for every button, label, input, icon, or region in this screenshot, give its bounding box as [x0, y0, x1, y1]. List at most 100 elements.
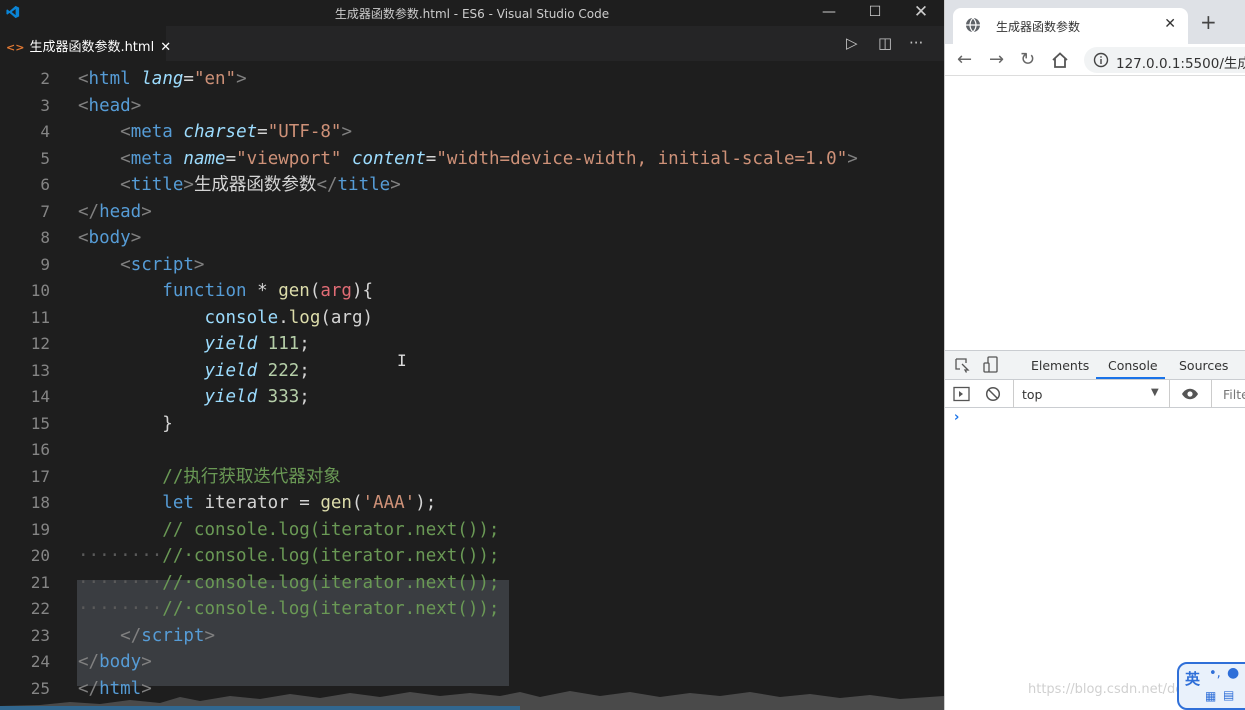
code-line[interactable]: 15 }	[0, 411, 944, 438]
editor-tab[interactable]: <> 生成器函数参数.html ✕	[0, 26, 171, 61]
eye-icon[interactable]	[1181, 387, 1199, 401]
code-token: head	[99, 201, 142, 222]
ime-keyboard-icon[interactable]: ▦	[1205, 689, 1216, 703]
code-line[interactable]: 24 </body>	[0, 649, 944, 676]
code-line[interactable]: 9 <script>	[0, 252, 944, 279]
chevron-down-icon[interactable]: ▼	[1151, 387, 1159, 398]
code-text: <meta charset="UTF-8">	[78, 119, 352, 146]
reload-icon[interactable]: ↻	[1020, 49, 1035, 70]
code-text: </body>	[78, 649, 152, 676]
code-line[interactable]: 2 <html lang="en">	[0, 66, 944, 93]
device-toolbar-icon[interactable]	[983, 356, 999, 374]
ime-settings-icon[interactable]: ▤	[1223, 688, 1234, 702]
code-line[interactable]: 23 </script>	[0, 623, 944, 650]
browser-tab-close-icon[interactable]: ✕	[1164, 16, 1176, 32]
info-icon[interactable]	[1093, 52, 1109, 68]
close-window-button[interactable]: ✕	[898, 0, 944, 26]
url-field[interactable]: 127.0.0.1:5500/生成器	[1084, 47, 1245, 73]
code-token: 生成器函数参数	[193, 175, 317, 195]
code-line[interactable]: 13 yield 222;	[0, 358, 944, 385]
code-text: </script>	[78, 623, 215, 650]
maximize-button[interactable]: ☐	[852, 0, 898, 26]
code-line[interactable]: 6 <title>生成器函数参数</title>	[0, 172, 944, 199]
code-token: </	[78, 652, 100, 672]
code-token: (	[309, 281, 321, 301]
line-number: 20	[30, 546, 50, 565]
code-token: </	[316, 175, 338, 195]
ime-user-icon[interactable]: ●	[1227, 665, 1239, 681]
console-prompt-icon[interactable]: ›	[954, 410, 959, 425]
code-editor[interactable]: 2 <html lang="en"> 3 <head> 4 <meta charset=…	[0, 61, 944, 710]
code-line[interactable]: 12 yield 111;	[0, 331, 944, 358]
code-text: function * gen(arg){	[78, 278, 373, 305]
tab-close-icon[interactable]: ✕	[160, 40, 171, 55]
code-line[interactable]: 21 ········//·console.log(iterator.next()…	[0, 570, 944, 597]
minimize-button[interactable]: —	[806, 0, 852, 26]
ime-punctuation-icon[interactable]: •,	[1209, 666, 1221, 681]
code-token: content	[352, 148, 426, 169]
code-line[interactable]: 22 ········//·console.log(iterator.next()…	[0, 596, 944, 623]
code-line[interactable]: 4 <meta charset="UTF-8">	[0, 119, 944, 146]
ime-language-indicator[interactable]: 英	[1185, 668, 1200, 689]
code-token: "viewport"	[236, 148, 342, 169]
code-token: iterator =	[193, 493, 321, 513]
code-text: }	[78, 411, 173, 438]
more-actions-icon[interactable]: ···	[909, 34, 923, 52]
code-line[interactable]: 8 <body>	[0, 225, 944, 252]
run-icon[interactable]: ▷	[846, 34, 858, 52]
code-token: >	[390, 175, 401, 195]
code-token: <	[78, 69, 89, 89]
console-sidebar-icon[interactable]	[953, 386, 970, 402]
code-token: function	[162, 281, 247, 301]
ime-toolbar[interactable]: 英 •, ● ▦ ▤	[1177, 662, 1245, 710]
context-selector[interactable]: top	[1022, 387, 1042, 402]
code-token: =	[257, 122, 268, 142]
new-tab-icon[interactable]: +	[1200, 10, 1217, 34]
clear-console-icon[interactable]	[985, 386, 1001, 402]
code-text: // console.log(iterator.next());	[78, 517, 499, 544]
code-line[interactable]: 18 let iterator = gen('AAA');	[0, 490, 944, 517]
code-token: (arg)	[320, 307, 374, 328]
devtools-tab-sources[interactable]: Sources	[1179, 358, 1228, 373]
devtools-tab-console[interactable]: Console	[1108, 358, 1158, 373]
code-line[interactable]: 16	[0, 437, 944, 464]
code-line[interactable]: 17 //执行获取迭代器对象	[0, 464, 944, 491]
home-icon[interactable]	[1051, 51, 1069, 69]
code-token: >	[183, 175, 194, 195]
code-token: yield	[204, 360, 258, 381]
code-line[interactable]: 3 <head>	[0, 93, 944, 120]
code-line[interactable]: 19 // console.log(iterator.next());	[0, 517, 944, 544]
vscode-window: 生成器函数参数.html - ES6 - Visual Studio Code …	[0, 0, 944, 710]
code-line[interactable]: 20 ········//·console.log(iterator.next()…	[0, 543, 944, 570]
devtools-tab-elements[interactable]: Elements	[1031, 358, 1089, 373]
code-line[interactable]: 7 </head>	[0, 199, 944, 226]
code-line[interactable]: 11 console.log(arg)	[0, 305, 944, 332]
code-token: log	[288, 307, 321, 328]
code-token: <	[120, 122, 131, 142]
console-filter-input[interactable]: Filte	[1223, 387, 1245, 402]
forward-icon[interactable]: →	[989, 49, 1004, 70]
back-icon[interactable]: ←	[957, 49, 972, 70]
code-line[interactable]: 5 <meta name="viewport" content="width=d…	[0, 146, 944, 173]
browser-tab[interactable]: 生成器函数参数 ✕	[953, 8, 1188, 44]
code-token: >	[130, 228, 142, 248]
devtools-panel: Elements Console Sources top ▼ Filte › h…	[945, 350, 1245, 710]
line-number: 3	[40, 95, 50, 115]
line-number: 2	[40, 69, 50, 88]
code-text: yield 222;	[78, 358, 309, 385]
code-token: 111	[267, 334, 300, 354]
code-line[interactable]: 14 yield 333;	[0, 384, 944, 411]
code-token: <	[78, 228, 89, 248]
code-token: title	[130, 175, 184, 195]
inspect-element-icon[interactable]	[954, 357, 970, 373]
line-number: 10	[30, 281, 50, 300]
code-line[interactable]: 10 function * gen(arg){	[0, 278, 944, 305]
split-editor-icon[interactable]: ◫	[878, 34, 892, 52]
